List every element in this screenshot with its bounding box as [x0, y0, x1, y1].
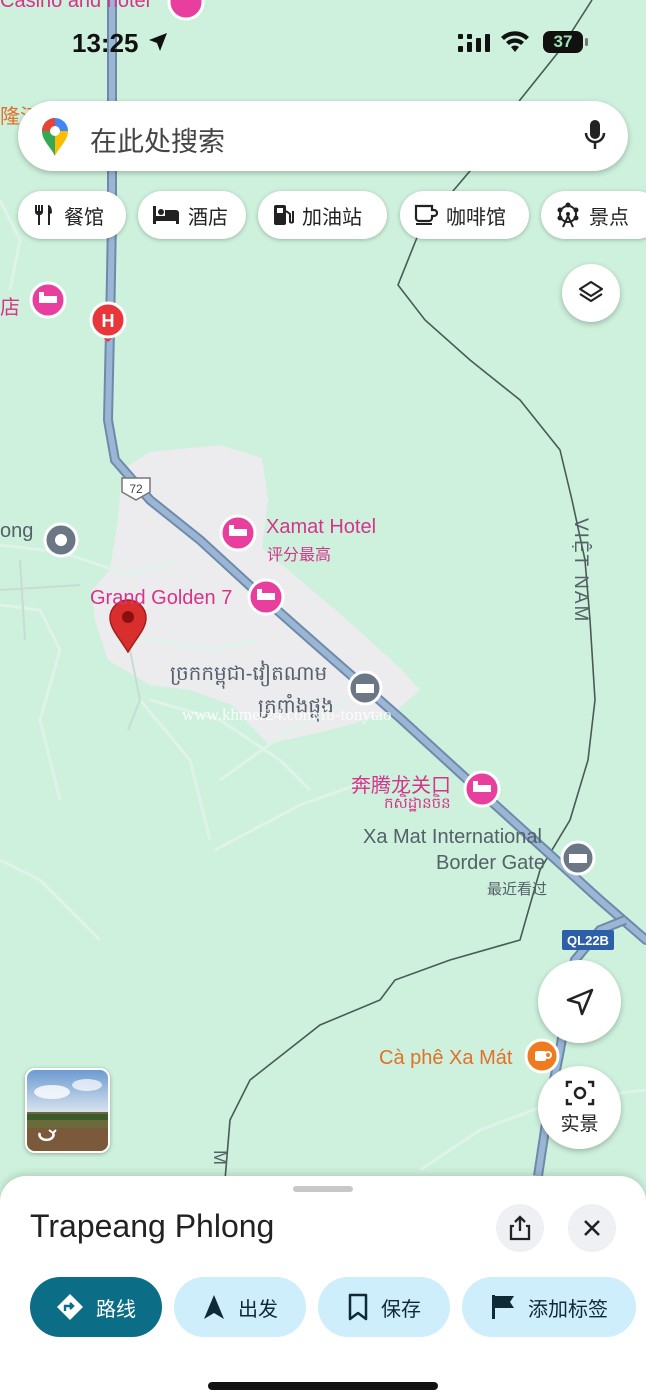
watermark-text: www.khmer24.com/fb-tonytao	[182, 705, 392, 724]
chip-label-cafes: 咖啡馆	[446, 206, 506, 229]
svg-text:M: M	[210, 1150, 230, 1165]
search-bar[interactable]: 在此处搜索	[18, 101, 628, 171]
coffee-cup-icon	[414, 204, 438, 225]
sheet-drag-handle[interactable]	[293, 1186, 353, 1192]
svg-text:H: H	[102, 311, 115, 331]
fork-knife-icon	[35, 205, 52, 225]
border-gate-marker-2[interactable]	[560, 840, 596, 876]
fuel-pump-icon	[274, 205, 294, 225]
map-label-xamat-gate-2[interactable]: Border Gate	[436, 852, 545, 875]
start-label: 出发	[238, 1298, 278, 1321]
border-gate-marker-1[interactable]	[347, 670, 383, 706]
add-label-button[interactable]: 添加标签	[462, 1277, 636, 1337]
status-time: 13:25	[72, 28, 139, 58]
add-label-label: 添加标签	[528, 1298, 608, 1321]
chip-attractions[interactable]: 景点	[541, 191, 646, 239]
bookmark-icon	[348, 1293, 368, 1321]
map-label-benteng-sub: កសិដ្ឋានចិន	[384, 795, 451, 812]
wifi-icon	[501, 31, 529, 52]
road-shield-ql22b: QL22B	[562, 930, 614, 950]
save-label: 保存	[381, 1298, 421, 1321]
start-button[interactable]: 出发	[174, 1277, 306, 1337]
map-label-khmer-line1[interactable]: ច្រកកម្ពុជា-វៀតណាម	[170, 660, 327, 690]
chip-label-gas: 加油站	[302, 206, 362, 229]
directions-icon	[57, 1294, 83, 1320]
chip-label-hotels: 酒店	[188, 206, 228, 229]
street-view-image	[27, 1070, 108, 1151]
chip-label-attractions: 景点	[589, 206, 629, 229]
map-label-left-2[interactable]: 店	[0, 291, 20, 320]
hotel-marker-left[interactable]	[29, 281, 67, 319]
status-bar: 13:25 37	[0, 0, 646, 90]
map-label-xamat-hotel-sub: 评分最高	[267, 547, 332, 564]
share-icon	[509, 1215, 531, 1241]
close-icon	[584, 1220, 600, 1236]
place-title: Trapeang Phlong	[30, 1208, 275, 1244]
location-arrow-icon	[149, 33, 167, 51]
map-label-cafe[interactable]: Cà phê Xa Mát	[379, 1047, 512, 1070]
map-label-xamat-gate-1[interactable]: Xa Mat International	[363, 826, 542, 849]
map-label-grand-golden[interactable]: Grand Golden 7	[90, 587, 232, 610]
directions-label: 路线	[96, 1298, 136, 1321]
svg-text:QL22B: QL22B	[567, 933, 609, 948]
cellular-signal-icon	[458, 34, 490, 52]
hotel-marker-benteng[interactable]	[463, 770, 501, 808]
live-view-label: 实景	[560, 1114, 599, 1135]
svg-text:72: 72	[129, 482, 143, 496]
home-indicator[interactable]	[208, 1382, 438, 1390]
ferris-wheel-icon	[557, 202, 579, 228]
cafe-marker[interactable]	[524, 1038, 560, 1074]
battery-icon: 37	[543, 31, 588, 53]
my-location-button[interactable]	[538, 960, 621, 1043]
microphone-icon[interactable]	[584, 119, 606, 151]
chip-label-restaurants: 餐馆	[64, 206, 104, 229]
close-button[interactable]	[568, 1204, 616, 1252]
share-button[interactable]	[496, 1204, 544, 1252]
google-maps-pin-icon	[42, 118, 68, 156]
save-button[interactable]: 保存	[318, 1277, 450, 1337]
map-label-xamat-hotel[interactable]: Xamat Hotel	[266, 516, 376, 539]
flag-icon	[492, 1295, 514, 1319]
search-input[interactable]: 在此处搜索	[90, 120, 225, 159]
layers-button[interactable]	[562, 264, 620, 322]
layers-icon	[578, 280, 604, 303]
street-view-thumbnail[interactable]	[25, 1068, 110, 1153]
hotel-marker-xamat[interactable]	[219, 514, 257, 552]
camera-scan-icon	[565, 1080, 594, 1106]
battery-level: 37	[553, 32, 573, 51]
directions-button[interactable]: 路线	[30, 1277, 162, 1337]
chip-cafes[interactable]: 咖啡馆	[400, 191, 529, 239]
live-view-button[interactable]: 实景	[538, 1066, 621, 1149]
map-label-left-3[interactable]: ong	[0, 520, 33, 543]
chip-gas-stations[interactable]: 加油站	[258, 191, 387, 239]
navigation-arrow-icon	[204, 1295, 224, 1319]
chip-hotels[interactable]: 酒店	[138, 191, 246, 239]
navigation-arrow-icon	[566, 988, 593, 1015]
landmark-marker-left[interactable]	[43, 522, 79, 558]
hotel-marker-grand-golden[interactable]	[247, 578, 285, 616]
map-label-xamat-gate-sub: 最近看过	[487, 881, 548, 898]
chip-restaurants[interactable]: 餐馆	[18, 191, 126, 239]
place-bottom-sheet[interactable]: Trapeang Phlong 路线 出发 保存 添加标签	[0, 1176, 646, 1400]
bed-icon	[153, 206, 179, 224]
country-label: VIỆT NAM	[570, 518, 592, 623]
